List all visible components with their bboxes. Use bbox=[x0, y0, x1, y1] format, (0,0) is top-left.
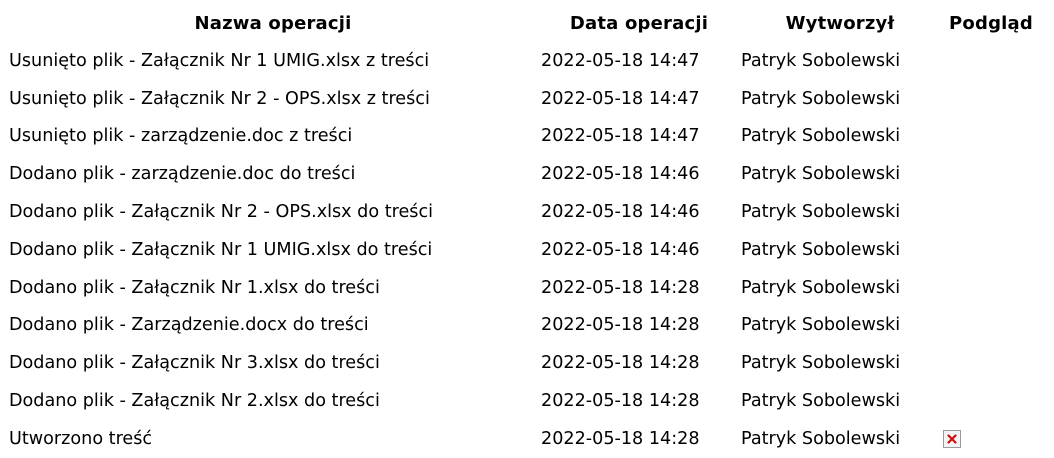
operation-name-cell: Utworzono treść bbox=[9, 428, 153, 449]
preview-cell bbox=[943, 307, 1043, 345]
operation-date-cell: 2022-05-18 14:46 bbox=[541, 239, 700, 260]
table-row: Dodano plik - Zarządzenie.docx do treści… bbox=[9, 307, 1043, 345]
operation-user-cell: Patryk Sobolewski bbox=[741, 164, 901, 185]
table-row: Dodano plik - Załącznik Nr 2.xlsx do tre… bbox=[9, 382, 1043, 420]
operation-name-cell: Dodano plik - Załącznik Nr 2 - OPS.xlsx … bbox=[9, 202, 434, 223]
operation-name-cell: Dodano plik - Załącznik Nr 3.xlsx do tre… bbox=[9, 353, 380, 374]
column-header-user: Wytworzył bbox=[785, 12, 895, 34]
table-row: Dodano plik - Załącznik Nr 3.xlsx do tre… bbox=[9, 344, 1043, 382]
operation-user-cell: Patryk Sobolewski bbox=[741, 315, 901, 336]
preview-cell bbox=[943, 382, 1043, 420]
operation-name-cell: Usunięto plik - zarządzenie.doc z treści bbox=[9, 126, 353, 147]
table-header-row: Nazwa operacji Data operacji Wytworzył P… bbox=[9, 4, 1043, 42]
operation-date-cell: 2022-05-18 14:46 bbox=[541, 202, 700, 223]
operation-name-cell: Usunięto plik - Załącznik Nr 2 - OPS.xls… bbox=[9, 88, 430, 109]
operation-user-cell: Patryk Sobolewski bbox=[741, 202, 901, 223]
preview-cell bbox=[943, 155, 1043, 193]
operation-user-cell: Patryk Sobolewski bbox=[741, 239, 901, 260]
operation-name-cell: Dodano plik - Zarządzenie.docx do treści bbox=[9, 315, 369, 336]
operation-date-cell: 2022-05-18 14:28 bbox=[541, 277, 700, 298]
operation-user-cell: Patryk Sobolewski bbox=[741, 391, 901, 412]
operation-name-cell: Dodano plik - Załącznik Nr 1.xlsx do tre… bbox=[9, 277, 380, 298]
operation-date-cell: 2022-05-18 14:28 bbox=[541, 315, 700, 336]
table-row: Dodano plik - Załącznik Nr 1 UMIG.xlsx d… bbox=[9, 231, 1043, 269]
column-header-preview: Podgląd bbox=[949, 12, 1033, 34]
operation-date-cell: 2022-05-18 14:47 bbox=[541, 50, 700, 71]
operation-date-cell: 2022-05-18 14:28 bbox=[541, 428, 700, 449]
preview-cell bbox=[943, 193, 1043, 231]
operation-name-cell: Dodano plik - Załącznik Nr 2.xlsx do tre… bbox=[9, 391, 380, 412]
operation-user-cell: Patryk Sobolewski bbox=[741, 277, 901, 298]
table-row: Dodano plik - zarządzenie.doc do treści 2… bbox=[9, 155, 1043, 193]
table-row: Usunięto plik - Załącznik Nr 1 UMIG.xlsx… bbox=[9, 42, 1043, 80]
table-row: Dodano plik - Załącznik Nr 2 - OPS.xlsx … bbox=[9, 193, 1043, 231]
operation-name-cell: Dodano plik - zarządzenie.doc do treści bbox=[9, 164, 356, 185]
operation-date-cell: 2022-05-18 14:46 bbox=[541, 164, 700, 185]
preview-cell bbox=[943, 269, 1043, 307]
preview-cell bbox=[943, 344, 1043, 382]
preview-cell bbox=[943, 420, 1043, 458]
table-row: Dodano plik - Załącznik Nr 1.xlsx do tre… bbox=[9, 269, 1043, 307]
table-row: Usunięto plik - zarządzenie.doc z treści… bbox=[9, 118, 1043, 156]
operation-date-cell: 2022-05-18 14:47 bbox=[541, 88, 700, 109]
preview-cell bbox=[943, 42, 1043, 80]
operations-table: Nazwa operacji Data operacji Wytworzył P… bbox=[9, 4, 1043, 458]
operation-name-cell: Usunięto plik - Załącznik Nr 1 UMIG.xlsx… bbox=[9, 50, 430, 71]
operation-date-cell: 2022-05-18 14:28 bbox=[541, 391, 700, 412]
operation-date-cell: 2022-05-18 14:28 bbox=[541, 353, 700, 374]
operation-date-cell: 2022-05-18 14:47 bbox=[541, 126, 700, 147]
operation-name-cell: Dodano plik - Załącznik Nr 1 UMIG.xlsx d… bbox=[9, 239, 433, 260]
operation-user-cell: Patryk Sobolewski bbox=[741, 353, 901, 374]
operation-user-cell: Patryk Sobolewski bbox=[741, 50, 901, 71]
preview-cell bbox=[943, 118, 1043, 156]
column-header-name: Nazwa operacji bbox=[194, 12, 352, 34]
preview-cell bbox=[943, 80, 1043, 118]
preview-cell bbox=[943, 231, 1043, 269]
column-header-date: Data operacji bbox=[569, 12, 709, 34]
table-row: Utworzono treść 2022-05-18 14:28 Patryk So… bbox=[9, 420, 1043, 458]
table-row: Usunięto plik - Załącznik Nr 2 - OPS.xls… bbox=[9, 80, 1043, 118]
operation-user-cell: Patryk Sobolewski bbox=[741, 126, 901, 147]
operation-user-cell: Patryk Sobolewski bbox=[741, 428, 901, 449]
operation-user-cell: Patryk Sobolewski bbox=[741, 88, 901, 109]
broken-image-icon[interactable] bbox=[943, 429, 961, 448]
